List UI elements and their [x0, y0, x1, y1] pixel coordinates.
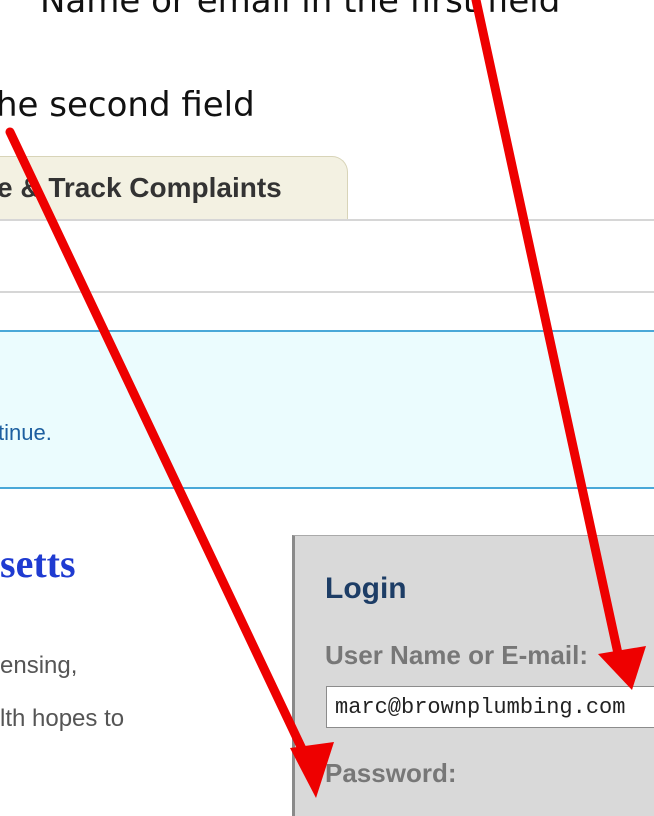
arrow-to-password-field [5, 127, 334, 798]
annotation-arrows [5, 0, 646, 798]
arrow-to-username-field [471, 0, 646, 690]
